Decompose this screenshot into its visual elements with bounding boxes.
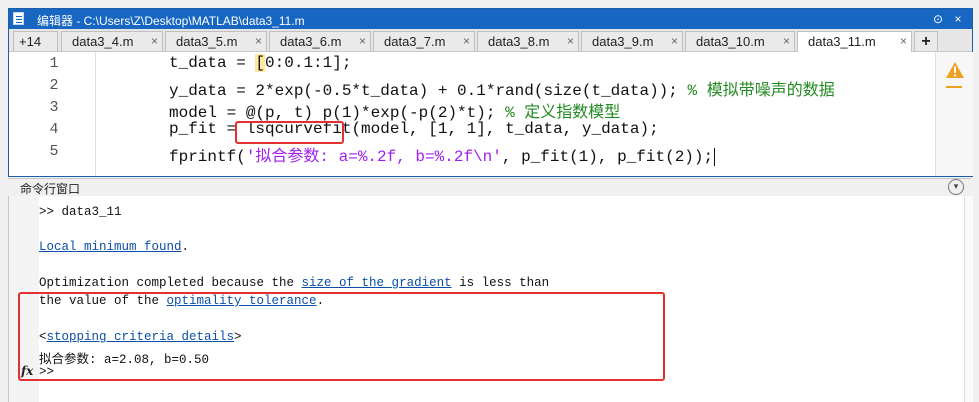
command-window-menu-icon[interactable]: ▾: [948, 179, 964, 195]
command-window-scrollbar[interactable]: [964, 196, 973, 402]
text-cursor: [714, 148, 716, 166]
tab-close-icon[interactable]: ×: [783, 32, 790, 51]
line-number: 5: [49, 143, 59, 160]
tab-label: data3_11.m: [808, 34, 876, 49]
output-text: .: [181, 240, 190, 254]
code-string: '拟合参数: a=%.2f, b=%.2f\n': [245, 148, 502, 166]
tab-data3-8[interactable]: data3_8.m ×: [477, 31, 579, 51]
file-tab-bar: +14 data3_4.m × data3_5.m × data3_6.m × …: [9, 29, 972, 52]
tab-data3-6[interactable]: data3_6.m ×: [269, 31, 371, 51]
tab-close-icon[interactable]: ×: [359, 32, 366, 51]
command-prompt-line: >> data3_11: [39, 205, 122, 219]
tab-label: data3_5.m: [176, 34, 238, 49]
tab-label: data3_10.m: [696, 34, 765, 49]
editor-title-bar[interactable]: 编辑器 - C:\Users\Z\Desktop\MATLAB\data3_11…: [9, 9, 972, 29]
tab-close-icon[interactable]: ×: [255, 32, 262, 51]
editor-close-icon[interactable]: ×: [950, 11, 966, 27]
tab-close-icon[interactable]: ×: [567, 32, 574, 51]
gradient-size-link[interactable]: size of the gradient: [302, 276, 452, 290]
annotation-box-function: [235, 121, 344, 144]
editor-window: 编辑器 - C:\Users\Z\Desktop\MATLAB\data3_11…: [8, 8, 973, 177]
code-text: , p_fit(1), p_fit(2));: [501, 148, 714, 166]
tab-data3-9[interactable]: data3_9.m ×: [581, 31, 683, 51]
output-text: is less than: [451, 276, 550, 290]
code-line-3: model = @(p, t) p(1)*exp(-p(2)*t); % 定义指…: [169, 98, 620, 122]
tab-label: data3_8.m: [488, 34, 550, 49]
command-window-header: 命令行窗口 ▾: [8, 178, 971, 196]
bracket-match-highlight: [: [255, 54, 266, 72]
code-line-5: fprintf('拟合参数: a=%.2f, b=%.2f\n', p_fit(…: [169, 142, 716, 166]
tab-data3-11[interactable]: data3_11.m ×: [797, 31, 912, 52]
tab-close-icon[interactable]: ×: [900, 32, 907, 51]
line-number: 2: [49, 77, 59, 94]
line-number: 4: [49, 121, 59, 138]
code-text: 0:0.1:1];: [265, 54, 352, 72]
code-text: t_data =: [169, 54, 256, 72]
tab-close-icon[interactable]: ×: [151, 32, 158, 51]
local-min-line: Local minimum found.: [39, 240, 189, 254]
tab-data3-10[interactable]: data3_10.m ×: [685, 31, 795, 51]
tab-close-icon[interactable]: ×: [671, 32, 678, 51]
optimization-line-1: Optimization completed because the size …: [39, 276, 549, 290]
tab-data3-4[interactable]: data3_4.m ×: [61, 31, 163, 51]
warning-marker[interactable]: [946, 86, 962, 88]
code-line-2: y_data = 2*exp(-0.5*t_data) + 0.1*rand(s…: [169, 76, 835, 100]
code-editor[interactable]: 1 2 3 4 5 t_data = [0:0.1:1]; y_data = 2…: [9, 52, 973, 176]
tab-more-label: +14: [19, 34, 42, 49]
local-minimum-link[interactable]: Local minimum found: [39, 240, 182, 254]
tab-data3-5[interactable]: data3_5.m ×: [165, 31, 267, 51]
editor-document-icon: [13, 12, 24, 25]
tab-label: data3_4.m: [72, 34, 134, 49]
editor-title: 编辑器 - C:\Users\Z\Desktop\MATLAB\data3_11…: [37, 14, 305, 28]
line-number-gutter: 1 2 3 4 5: [9, 52, 96, 176]
output-text: Optimization completed because the: [39, 276, 302, 290]
command-window[interactable]: >> data3_11 Local minimum found. Optimiz…: [8, 196, 973, 402]
add-tab-button[interactable]: +: [914, 31, 938, 51]
code-text: (model, [1, 1], t_data, y_data);: [351, 120, 659, 138]
line-number: 1: [49, 55, 59, 72]
tab-label: data3_7.m: [384, 34, 446, 49]
tab-close-icon[interactable]: ×: [463, 32, 470, 51]
tab-label: data3_9.m: [592, 34, 654, 49]
warning-triangle-icon[interactable]: [946, 62, 964, 78]
code-comment: % 模拟带噪声的数据: [687, 82, 835, 100]
annotation-box-output: [18, 292, 665, 381]
line-number: 3: [49, 99, 59, 116]
code-text: fprintf(: [169, 148, 246, 166]
tab-data3-7[interactable]: data3_7.m ×: [373, 31, 475, 51]
editor-menu-icon[interactable]: ⊙: [930, 11, 946, 27]
tab-label: data3_6.m: [280, 34, 342, 49]
tab-more-files[interactable]: +14: [13, 31, 58, 51]
code-line-1: t_data = [0:0.1:1];: [169, 54, 351, 72]
command-window-title: 命令行窗口: [20, 182, 81, 196]
